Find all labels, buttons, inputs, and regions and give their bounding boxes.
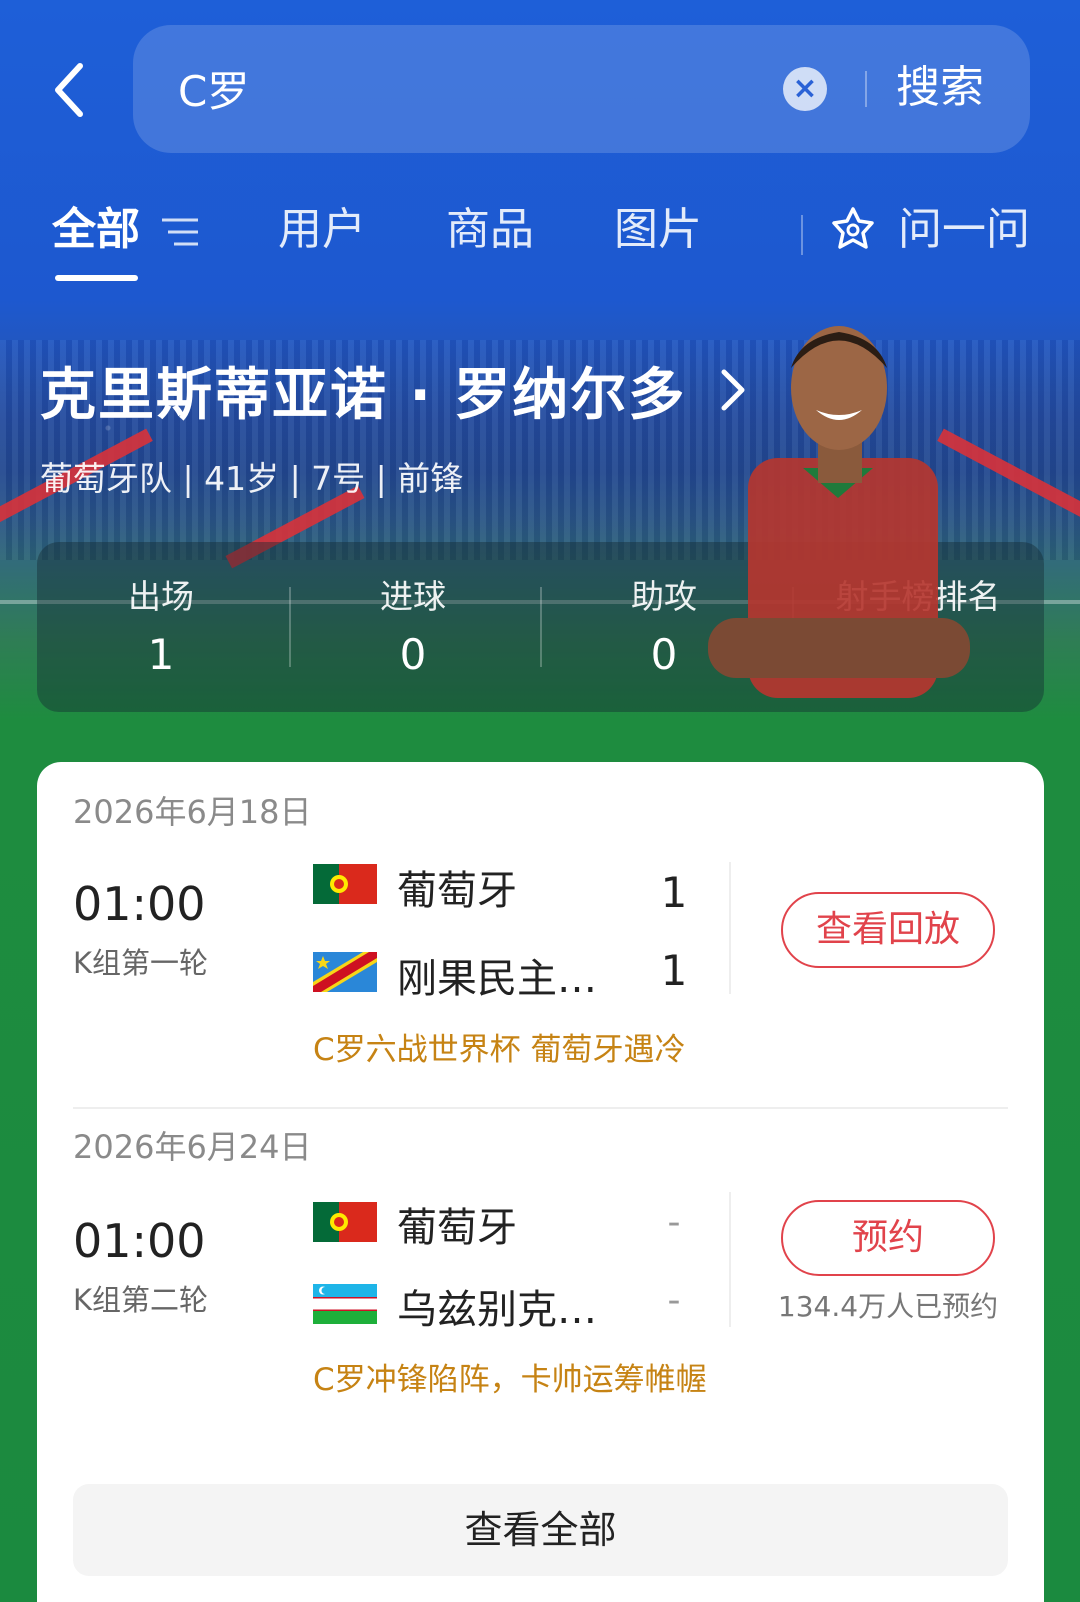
player-name[interactable]: 克里斯蒂亚诺 · 罗纳尔多 — [40, 350, 686, 431]
stat-label: 出场 — [128, 577, 194, 616]
match-time: 01:00 — [73, 877, 206, 931]
stat-appearances: 出场 1 — [37, 542, 285, 712]
stat-value: 0 — [399, 630, 427, 679]
portugal-flag-icon — [313, 864, 377, 904]
match-separator — [73, 1107, 1008, 1109]
dr-congo-flag-icon — [313, 952, 377, 992]
team-score: - — [667, 1280, 681, 1321]
team-score: 1 — [660, 868, 688, 917]
team-name: 乌兹别克… — [397, 1287, 597, 1333]
match-divider — [729, 1192, 731, 1327]
stat-label: 进球 — [380, 577, 446, 616]
team-score: 1 — [660, 946, 688, 995]
search-bar: × 搜索 — [133, 25, 1030, 153]
tab-ask[interactable]: 问一问 — [898, 195, 1030, 265]
match-round: K组第一轮 — [73, 946, 209, 980]
match-headline-link[interactable]: C罗冲锋陷阵，卡帅运筹帷幄 — [313, 1354, 707, 1399]
match-round: K组第二轮 — [73, 1283, 209, 1317]
uzbekistan-flag-icon — [313, 1284, 377, 1324]
tab-all[interactable]: 全部 — [52, 195, 140, 265]
search-button[interactable]: 搜索 — [885, 53, 995, 123]
view-all-button[interactable]: 查看全部 — [73, 1484, 1008, 1576]
filter-icon[interactable] — [160, 215, 200, 249]
player-photo — [708, 326, 970, 698]
stat-value: 1 — [147, 630, 175, 679]
tab-divider — [801, 215, 803, 255]
reserve-count: 134.4万人已预约 — [777, 1290, 999, 1323]
schedule-card: 2026年6月18日 01:00 K组第一轮 葡萄牙 1 刚果民主… 1 查看回… — [37, 762, 1044, 1602]
stat-goals: 进球 0 — [289, 542, 537, 712]
ask-ai-icon[interactable] — [828, 205, 878, 255]
tab-bar: 全部 用户 商品 图片 问一问 — [0, 195, 1080, 285]
match-headline-link[interactable]: C罗六战世界杯 葡萄牙遇冷 — [313, 1024, 686, 1069]
team-name: 葡萄牙 — [397, 1205, 517, 1251]
search-input[interactable] — [178, 57, 738, 119]
tab-users[interactable]: 用户 — [278, 195, 366, 265]
clear-icon[interactable]: × — [783, 67, 827, 111]
reserve-button[interactable]: 预约 — [781, 1200, 995, 1276]
match-time: 01:00 — [73, 1214, 206, 1268]
match-date: 2026年6月24日 — [73, 1128, 312, 1166]
tab-products[interactable]: 商品 — [446, 195, 534, 265]
portugal-flag-icon — [313, 1202, 377, 1242]
team-name: 刚果民主… — [397, 956, 597, 1002]
search-divider — [865, 71, 867, 107]
watch-replay-button[interactable]: 查看回放 — [781, 892, 995, 968]
active-tab-indicator — [55, 275, 138, 281]
match-divider — [729, 862, 731, 994]
team-score: - — [667, 1202, 681, 1243]
match-date: 2026年6月18日 — [73, 793, 312, 831]
back-icon[interactable] — [48, 60, 92, 120]
tab-images[interactable]: 图片 — [614, 195, 702, 265]
player-meta: 葡萄牙队 | 41岁 | 7号 | 前锋 — [40, 459, 464, 498]
team-name: 葡萄牙 — [397, 868, 517, 914]
